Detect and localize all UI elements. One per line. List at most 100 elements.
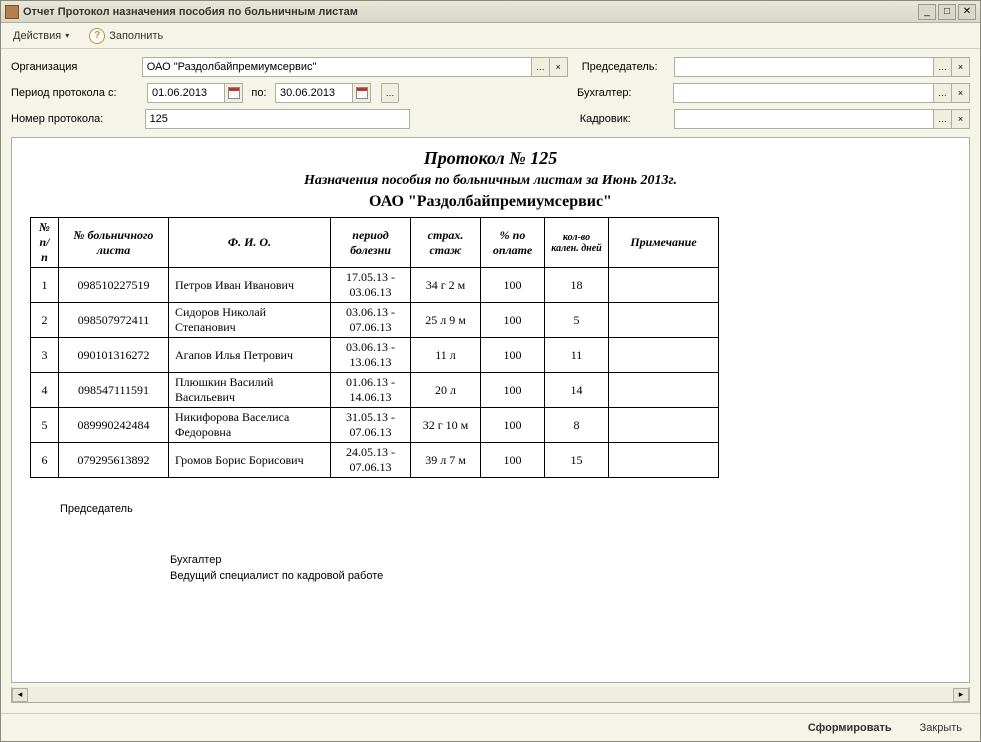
- actions-menu[interactable]: Действия ▾: [7, 28, 75, 44]
- fill-button[interactable]: ? Заполнить: [83, 26, 169, 46]
- accountant-select-button[interactable]: …: [934, 83, 952, 103]
- toolbar: Действия ▾ ? Заполнить: [1, 23, 980, 49]
- org-input-wrap: … ×: [142, 57, 568, 77]
- scroll-right-button[interactable]: ▸: [953, 688, 969, 702]
- cell-n: 6: [31, 443, 59, 478]
- cell-period: 01.06.13 - 14.06.13: [331, 373, 411, 408]
- protocol-num-input[interactable]: [145, 109, 410, 129]
- cell-num: 079295613892: [59, 443, 169, 478]
- cell-fio: Сидоров Николай Степанович: [169, 303, 331, 338]
- cell-stazh: 25 л 9 м: [411, 303, 481, 338]
- hr-select-button[interactable]: …: [934, 109, 952, 129]
- titlebar: Отчет Протокол назначения пособия по бол…: [1, 1, 980, 23]
- period-select-button[interactable]: …: [381, 83, 399, 103]
- help-icon: ?: [89, 28, 105, 44]
- cell-fio: Громов Борис Борисович: [169, 443, 331, 478]
- org-select-button[interactable]: …: [532, 57, 550, 77]
- bottom-bar: Сформировать Закрыть: [1, 713, 980, 741]
- horizontal-scrollbar[interactable]: ◂ ▸: [11, 687, 970, 703]
- cell-days: 5: [545, 303, 609, 338]
- chevron-down-icon: ▾: [65, 31, 69, 40]
- th-pct: % по оплате: [481, 218, 545, 268]
- scroll-left-button[interactable]: ◂: [12, 688, 28, 702]
- cell-pct: 100: [481, 268, 545, 303]
- cell-pct: 100: [481, 303, 545, 338]
- hr-input[interactable]: [674, 109, 934, 129]
- report-title: Протокол № 125: [30, 148, 951, 169]
- period-to-label: по:: [249, 87, 269, 99]
- chairman-input-wrap: … ×: [674, 57, 970, 77]
- fill-label: Заполнить: [109, 30, 163, 42]
- cell-days: 15: [545, 443, 609, 478]
- chairman-clear-button[interactable]: ×: [952, 57, 970, 77]
- cell-note: [609, 373, 719, 408]
- cell-num: 098507972411: [59, 303, 169, 338]
- app-icon: [5, 5, 19, 19]
- close-window-button[interactable]: ✕: [958, 4, 976, 20]
- sig-accountant: Бухгалтер: [170, 553, 951, 568]
- chairman-input[interactable]: [674, 57, 934, 77]
- filter-panel: Организация … × Председатель: … × Период…: [1, 49, 980, 133]
- th-n: № п/п: [31, 218, 59, 268]
- chairman-label: Председатель:: [582, 61, 668, 73]
- cell-note: [609, 338, 719, 373]
- hr-label: Кадровик:: [580, 113, 668, 125]
- org-clear-button[interactable]: ×: [550, 57, 568, 77]
- org-input[interactable]: [142, 57, 532, 77]
- table-row: 2098507972411Сидоров Николай Степанович0…: [31, 303, 719, 338]
- sig-hr: Ведущий специалист по кадровой работе: [170, 569, 951, 584]
- period-from-cal-button[interactable]: [225, 83, 243, 103]
- window-title: Отчет Протокол назначения пособия по бол…: [23, 6, 914, 18]
- cell-n: 1: [31, 268, 59, 303]
- accountant-clear-button[interactable]: ×: [952, 83, 970, 103]
- period-from-input[interactable]: [147, 83, 225, 103]
- calendar-icon: [228, 87, 240, 99]
- cell-num: 098510227519: [59, 268, 169, 303]
- cell-fio: Плюшкин Василий Васильевич: [169, 373, 331, 408]
- cell-days: 11: [545, 338, 609, 373]
- period-to-input[interactable]: [275, 83, 353, 103]
- cell-n: 4: [31, 373, 59, 408]
- accountant-input[interactable]: [673, 83, 934, 103]
- th-sheet-num: № больничного листа: [59, 218, 169, 268]
- th-period: период болезни: [331, 218, 411, 268]
- accountant-label: Бухгалтер:: [577, 87, 667, 99]
- cell-fio: Агапов Илья Петрович: [169, 338, 331, 373]
- minimize-button[interactable]: _: [918, 4, 936, 20]
- cell-num: 089990242484: [59, 408, 169, 443]
- generate-button[interactable]: Сформировать: [800, 719, 900, 737]
- actions-label: Действия: [13, 30, 61, 42]
- cell-note: [609, 408, 719, 443]
- cell-stazh: 39 л 7 м: [411, 443, 481, 478]
- hr-clear-button[interactable]: ×: [952, 109, 970, 129]
- th-days: кол-во кален. дней: [545, 218, 609, 268]
- cell-period: 24.05.13 - 07.06.13: [331, 443, 411, 478]
- close-button[interactable]: Закрыть: [912, 719, 970, 737]
- cell-num: 090101316272: [59, 338, 169, 373]
- cell-period: 31.05.13 - 07.06.13: [331, 408, 411, 443]
- org-label: Организация: [11, 61, 136, 73]
- cell-n: 5: [31, 408, 59, 443]
- cell-pct: 100: [481, 373, 545, 408]
- table-row: 4098547111591Плюшкин Василий Васильевич0…: [31, 373, 719, 408]
- table-row: 5089990242484Никифорова Васелиса Федоров…: [31, 408, 719, 443]
- cell-n: 2: [31, 303, 59, 338]
- cell-stazh: 32 г 10 м: [411, 408, 481, 443]
- cell-note: [609, 268, 719, 303]
- th-note: Примечание: [609, 218, 719, 268]
- cell-pct: 100: [481, 338, 545, 373]
- chairman-select-button[interactable]: …: [934, 57, 952, 77]
- cell-stazh: 34 г 2 м: [411, 268, 481, 303]
- cell-fio: Никифорова Васелиса Федоровна: [169, 408, 331, 443]
- protocol-num-label: Номер протокола:: [11, 113, 139, 125]
- maximize-button[interactable]: □: [938, 4, 956, 20]
- cell-period: 03.06.13 - 07.06.13: [331, 303, 411, 338]
- table-row: 1098510227519Петров Иван Иванович17.05.1…: [31, 268, 719, 303]
- sig-chairman: Председатель: [60, 502, 951, 517]
- report-table: № п/п № больничного листа Ф. И. О. перио…: [30, 217, 719, 478]
- th-fio: Ф. И. О.: [169, 218, 331, 268]
- cell-stazh: 20 л: [411, 373, 481, 408]
- cell-n: 3: [31, 338, 59, 373]
- cell-fio: Петров Иван Иванович: [169, 268, 331, 303]
- period-to-cal-button[interactable]: [353, 83, 371, 103]
